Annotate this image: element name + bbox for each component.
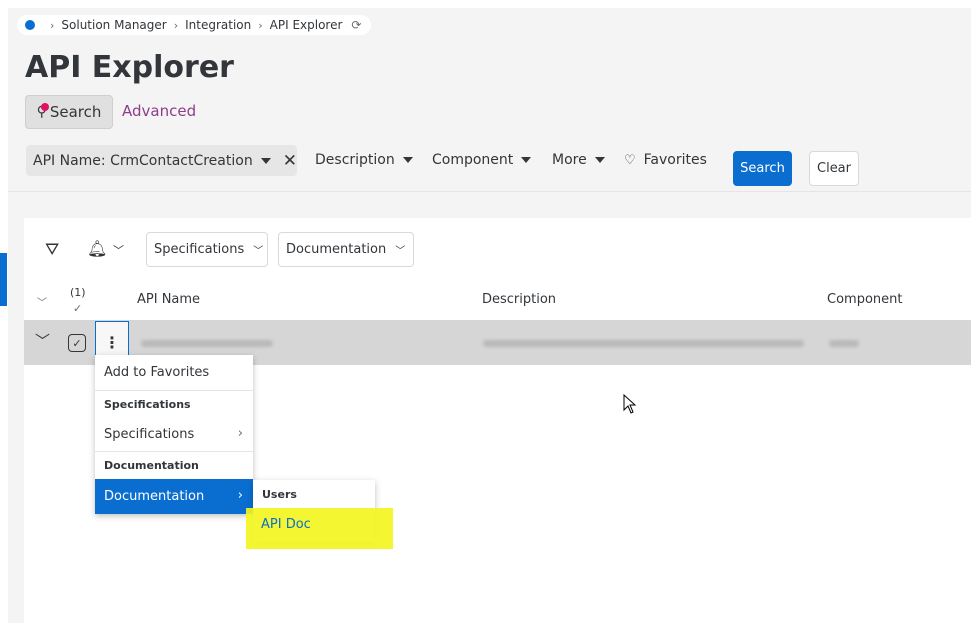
chevron-right-icon: › bbox=[173, 18, 179, 32]
caret-down-icon bbox=[594, 157, 605, 163]
menu-group-specifications: Specifications bbox=[95, 390, 253, 417]
chevron-right-icon: › bbox=[258, 18, 263, 32]
mouse-cursor-icon bbox=[623, 394, 637, 414]
menu-item-add-to-favorites[interactable]: Add to Favorites bbox=[95, 355, 253, 390]
menu-item-specifications[interactable]: Specifications › bbox=[95, 417, 253, 452]
favorites-filter[interactable]: ♡ Favorites bbox=[624, 152, 707, 168]
breadcrumb-item-api-explorer: API Explorer bbox=[269, 18, 343, 32]
more-filter[interactable]: More bbox=[552, 152, 605, 168]
submenu-item-api-doc[interactable]: API Doc bbox=[261, 517, 311, 532]
description-filter[interactable]: Description bbox=[315, 152, 413, 168]
column-header-description[interactable]: Description bbox=[482, 292, 556, 307]
refresh-icon[interactable]: ⟳ bbox=[351, 18, 361, 32]
description-filter-label: Description bbox=[315, 152, 395, 168]
chevron-down-icon[interactable]: ﹀ bbox=[113, 242, 124, 258]
check-icon[interactable]: ✓ bbox=[73, 302, 82, 315]
left-accent-bar bbox=[0, 253, 7, 306]
chevron-right-icon: › bbox=[237, 488, 243, 503]
chevron-down-icon: ﹀ bbox=[253, 246, 264, 257]
clear-button[interactable]: Clear bbox=[809, 151, 859, 186]
api-name-filter-chip[interactable]: API Name: CrmContactCreation ✕ bbox=[26, 145, 297, 176]
column-header-api-name[interactable]: API Name bbox=[137, 292, 200, 307]
chevron-right-icon: › bbox=[237, 426, 243, 441]
row-checkbox[interactable]: ✓ bbox=[68, 334, 86, 352]
breadcrumb: › Solution Manager › Integration › API E… bbox=[17, 15, 372, 35]
caret-down-icon[interactable] bbox=[260, 157, 271, 164]
bell-icon[interactable]: 🔔︎ bbox=[87, 239, 107, 258]
page-title: API Explorer bbox=[25, 50, 234, 85]
caret-down-icon bbox=[521, 157, 532, 163]
heart-icon: ♡ bbox=[624, 152, 636, 168]
chevron-right-icon: › bbox=[50, 18, 55, 32]
column-header-component[interactable]: Component bbox=[827, 292, 902, 307]
home-dot-icon[interactable] bbox=[25, 20, 35, 30]
component-filter[interactable]: Component bbox=[432, 152, 532, 168]
api-name-filter-label: API Name: CrmContactCreation bbox=[33, 152, 253, 169]
menu-item-documentation[interactable]: Documentation › bbox=[95, 479, 253, 514]
breadcrumb-item-solution-manager[interactable]: Solution Manager bbox=[61, 18, 166, 32]
blurred-api-name bbox=[141, 340, 273, 347]
expand-all-chevron-icon[interactable]: ﹀ bbox=[37, 294, 47, 309]
left-edge bbox=[0, 0, 8, 623]
menu-group-documentation: Documentation bbox=[104, 459, 199, 472]
menu-item-specifications-label: Specifications bbox=[104, 426, 195, 442]
more-filter-label: More bbox=[552, 152, 587, 168]
documentation-dropdown[interactable]: Documentation ﹀ bbox=[278, 232, 414, 267]
search-icon: ⚲ bbox=[36, 103, 50, 120]
page-background: › Solution Manager › Integration › API E… bbox=[8, 8, 971, 623]
search-mode-label: Search bbox=[49, 103, 102, 121]
chevron-down-icon: ﹀ bbox=[395, 246, 406, 257]
advanced-mode-link[interactable]: Advanced bbox=[122, 102, 196, 120]
chevron-down-icon[interactable]: ﹀ bbox=[35, 330, 50, 351]
submenu-group-users: Users bbox=[262, 487, 297, 501]
specifications-dropdown[interactable]: Specifications ﹀ bbox=[146, 232, 268, 267]
search-mode-button[interactable]: ⚲ Search bbox=[25, 95, 113, 129]
divider bbox=[8, 191, 971, 192]
search-button[interactable]: Search bbox=[733, 151, 792, 186]
favorites-filter-label: Favorites bbox=[643, 152, 707, 168]
component-filter-label: Component bbox=[432, 152, 514, 168]
documentation-dropdown-label: Documentation bbox=[286, 242, 387, 257]
filter-icon[interactable]: ⛛ bbox=[45, 240, 59, 260]
caret-down-icon bbox=[402, 157, 413, 163]
blurred-component bbox=[829, 340, 859, 347]
close-icon[interactable]: ✕ bbox=[283, 151, 297, 171]
menu-item-documentation-label: Documentation bbox=[104, 489, 205, 504]
blurred-description bbox=[483, 340, 804, 347]
row-context-menu: Add to Favorites Specifications Specific… bbox=[95, 355, 253, 514]
selected-count: (1) bbox=[70, 286, 86, 299]
breadcrumb-item-integration[interactable]: Integration bbox=[185, 18, 251, 32]
specifications-dropdown-label: Specifications bbox=[154, 242, 245, 257]
